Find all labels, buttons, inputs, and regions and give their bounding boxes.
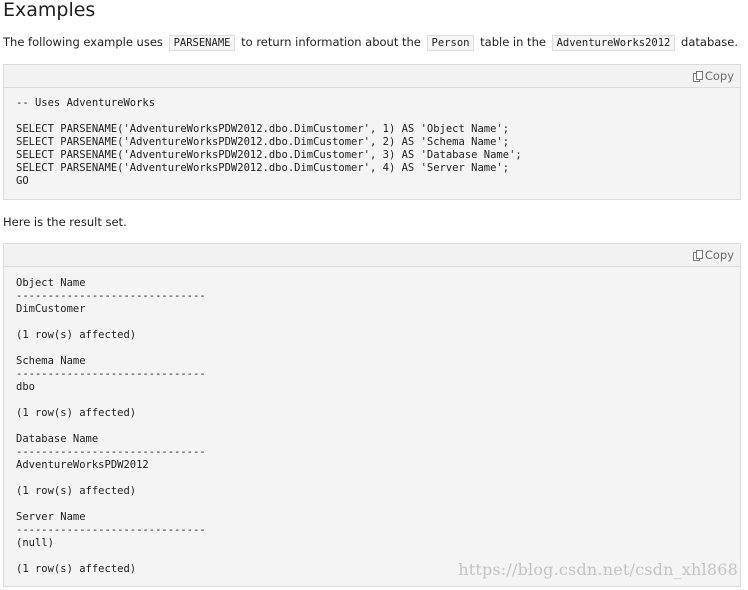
code-line: ------------------------------ [16, 290, 206, 302]
watermark: https://blog.csdn.net/csdn_xhl868 [458, 560, 738, 579]
copy-label: Copy [704, 69, 734, 83]
code-line: (1 row(s) affected) [16, 485, 137, 497]
code-line: Server Name [16, 511, 86, 523]
code-line: ------------------------------ [16, 368, 206, 380]
intro-text-2: to return information about the [237, 35, 425, 49]
code-line: ------------------------------ [16, 446, 206, 458]
copy-button[interactable]: Copy [692, 68, 734, 84]
code-line: Object Name [16, 277, 86, 289]
result-code-block: Copy Object Name -----------------------… [3, 243, 741, 587]
code-block-header: Copy [4, 244, 740, 267]
code-line: -- Uses AdventureWorks [16, 97, 156, 109]
intro-text-4: database. [677, 35, 739, 49]
code-line: ------------------------------ [16, 524, 206, 536]
code-line: dbo [16, 381, 35, 393]
code-line: (1 row(s) affected) [16, 329, 137, 341]
code-line: DimCustomer [16, 303, 86, 315]
section-heading: Examples [3, 0, 96, 21]
intro-text-3: table in the [476, 35, 550, 49]
docs-page: Examples The following example uses PARS… [0, 0, 748, 590]
code-line: SELECT PARSENAME('AdventureWorksPDW2012.… [16, 162, 510, 174]
result-code: Object Name ----------------------------… [4, 267, 740, 584]
code-block-header: Copy [4, 65, 740, 88]
copy-button[interactable]: Copy [692, 247, 734, 263]
query-code-block: Copy -- Uses AdventureWorks SELECT PARSE… [3, 64, 741, 200]
code-line: GO [16, 175, 29, 187]
inline-code-person: Person [426, 35, 475, 51]
intro-text-1: The following example uses [3, 35, 167, 49]
code-line: SELECT PARSENAME('AdventureWorksPDW2012.… [16, 149, 522, 161]
code-line: (null) [16, 537, 54, 549]
code-line: Schema Name [16, 355, 86, 367]
code-line: Database Name [16, 433, 99, 445]
copy-icon [692, 249, 703, 261]
code-line: (1 row(s) affected) [16, 407, 137, 419]
inline-code-database: AdventureWorks2012 [551, 35, 676, 51]
query-code: -- Uses AdventureWorks SELECT PARSENAME(… [4, 88, 740, 196]
intro-paragraph: The following example uses PARSENAME to … [3, 33, 738, 52]
copy-label: Copy [704, 248, 734, 262]
inline-code-parsename: PARSENAME [168, 35, 236, 51]
code-line: SELECT PARSENAME('AdventureWorksPDW2012.… [16, 123, 510, 135]
code-line: AdventureWorksPDW2012 [16, 459, 149, 471]
copy-icon [692, 70, 703, 82]
result-intro: Here is the result set. [3, 215, 127, 229]
code-line: SELECT PARSENAME('AdventureWorksPDW2012.… [16, 136, 510, 148]
code-line: (1 row(s) affected) [16, 563, 137, 575]
